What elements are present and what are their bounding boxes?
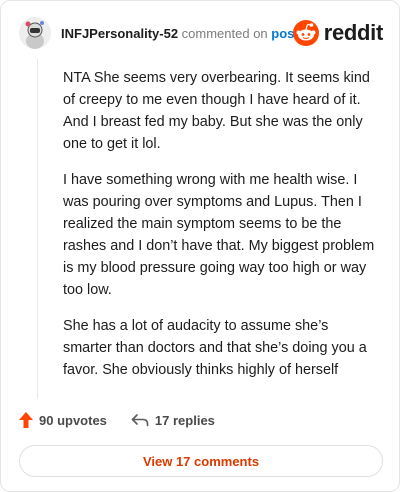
- comment-card: INFJPersonality-52 commented on post red…: [0, 0, 400, 492]
- reddit-brand[interactable]: reddit: [292, 18, 384, 48]
- upvote-count: 90 upvotes: [39, 412, 107, 428]
- reply-count: 17 replies: [154, 412, 215, 428]
- comment-paragraph: NTA She seems very overbearing. It seems…: [63, 70, 370, 152]
- upvote-arrow-icon: [19, 412, 33, 428]
- view-comments-button[interactable]: View 17 comments: [19, 445, 383, 477]
- commented-on-label: commented on: [181, 26, 268, 41]
- username-link[interactable]: INFJPersonality-52: [61, 26, 178, 41]
- upvote-button[interactable]: 90 upvotes: [19, 412, 107, 428]
- user-avatar[interactable]: [19, 17, 51, 49]
- comment-header: INFJPersonality-52 commented on post red…: [19, 17, 383, 53]
- comment-footer: 90 upvotes 17 replies: [19, 409, 215, 431]
- comment-byline: INFJPersonality-52 commented on post: [61, 26, 299, 41]
- replies-button[interactable]: 17 replies: [131, 413, 215, 428]
- reply-arrow-icon: [131, 414, 149, 427]
- reddit-wordmark: reddit: [323, 20, 384, 45]
- comment-paragraph: I have something wrong with me health wi…: [63, 172, 375, 298]
- reddit-logo-icon: [292, 20, 319, 46]
- comment-body: NTA She seems very overbearing. It seems…: [63, 67, 379, 395]
- thread-line: [37, 59, 38, 399]
- comment-paragraph: She has a lot of audacity to assume she’…: [63, 318, 367, 378]
